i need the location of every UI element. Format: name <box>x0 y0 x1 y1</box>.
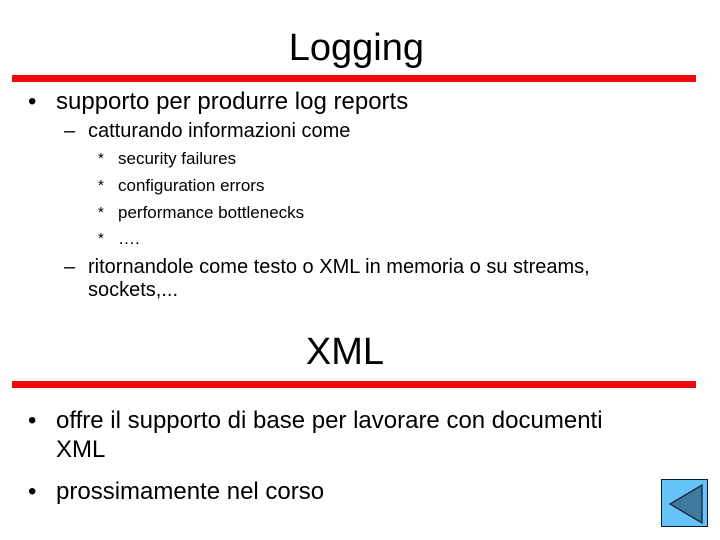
bullet-item: • prossimamente nel corso <box>28 478 324 506</box>
sub-bullet-item: – catturando informazioni come <box>64 120 350 143</box>
dash-icon: – <box>64 256 76 278</box>
title-underline-rule <box>12 75 696 82</box>
slide-title-xml: XML <box>305 331 384 373</box>
previous-slide-button[interactable] <box>661 479 708 527</box>
title-underline-rule <box>12 381 696 388</box>
dash-icon: – <box>64 120 76 142</box>
sub-bullet-text: ritornandole come testo o XML in memoria… <box>88 256 590 278</box>
bullet-text: prossimamente nel corso <box>56 478 325 505</box>
bullet-text: supporto per produrre log reports <box>56 88 409 115</box>
bullet-dot-icon: • <box>28 407 37 434</box>
list-item: * configuration errors <box>98 176 264 196</box>
bullet-item: • offre il supporto di base per lavorare … <box>28 407 603 435</box>
asterisk-icon: * <box>98 177 104 194</box>
list-item-text: security failures <box>118 149 237 168</box>
bullet-text: offre il supporto di base per lavorare c… <box>56 407 603 434</box>
asterisk-icon: * <box>98 150 104 167</box>
bullet-continuation: XML <box>56 436 106 463</box>
list-item-text: configuration errors <box>118 176 265 195</box>
bullet-dot-icon: • <box>28 88 37 115</box>
list-item-text: performance bottlenecks <box>118 203 305 222</box>
bullet-dot-icon: • <box>28 478 37 505</box>
sub-bullet-text: catturando informazioni come <box>88 120 351 142</box>
list-item: * security failures <box>98 149 236 169</box>
triangle-left-icon <box>668 483 703 525</box>
slide-title-logging: Logging <box>288 27 424 69</box>
sub-bullet-item: – ritornandole come testo o XML in memori… <box>64 256 590 279</box>
list-item: * performance bottlenecks <box>98 203 304 223</box>
asterisk-icon: * <box>98 230 104 247</box>
bullet-item: • supporto per produrre log reports <box>28 88 408 116</box>
list-item: * …. <box>98 229 140 249</box>
asterisk-icon: * <box>98 204 104 221</box>
sub-bullet-continuation: sockets,... <box>88 279 179 301</box>
list-item-text: …. <box>118 229 140 248</box>
